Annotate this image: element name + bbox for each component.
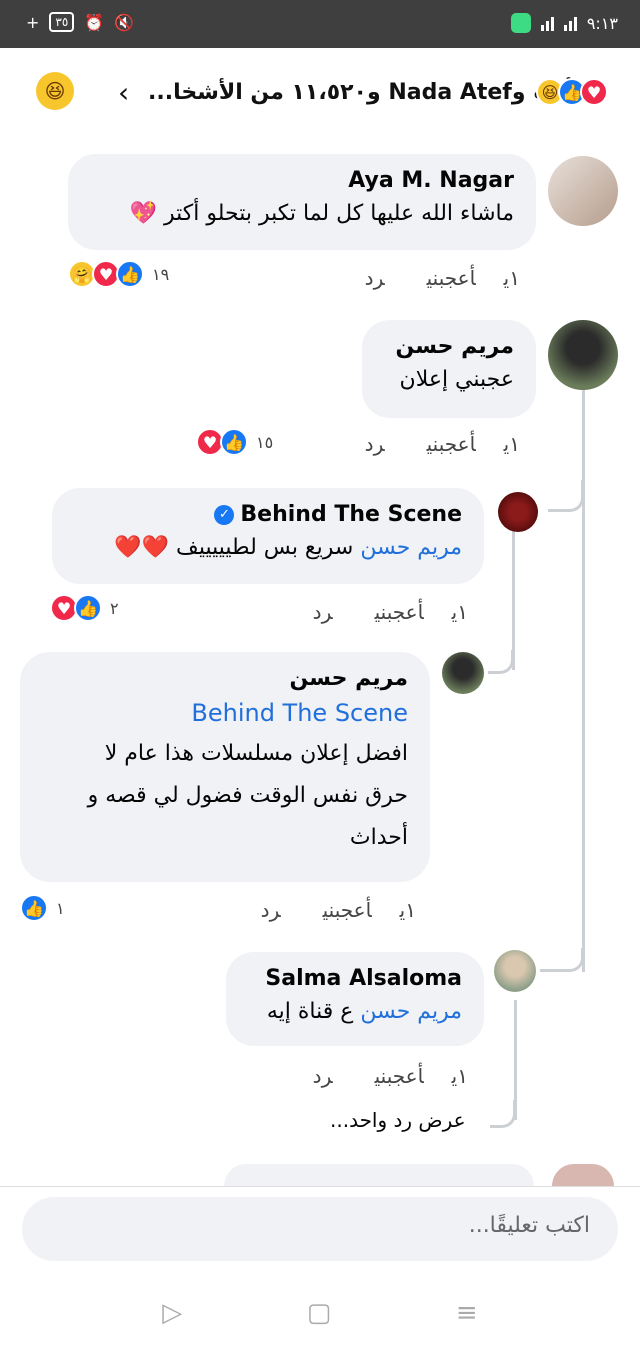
avatar[interactable]: [548, 156, 618, 226]
comment-author[interactable]: Salma Alsaloma: [248, 966, 462, 991]
reply-button[interactable]: رد: [313, 1064, 333, 1088]
menu-lines-icon[interactable]: ≡: [456, 1298, 478, 1328]
comment-time: ١ي: [399, 898, 416, 922]
comment-actions: ١ي أعجبني رد: [258, 1064, 468, 1088]
comment-input[interactable]: اكتب تعليقًا...: [22, 1197, 618, 1261]
back-triangle-icon[interactable]: ▷: [162, 1298, 182, 1328]
reaction-summary[interactable]: ♥ 👍 ٢: [50, 594, 119, 622]
haha-reaction-icon[interactable]: 😆: [36, 72, 74, 110]
plus-icon: +: [26, 12, 40, 32]
like-icon: 👍: [220, 428, 248, 456]
avatar[interactable]: [548, 320, 618, 390]
home-square-icon[interactable]: ▢: [307, 1298, 332, 1328]
reaction-summary[interactable]: 🤗 ♥ 👍 ١٩: [68, 260, 169, 288]
comment-text: مريم حسن سريع بس لطيييييف ❤️❤️: [114, 535, 462, 560]
verified-icon: ✓: [214, 504, 235, 525]
view-more-replies[interactable]: عرض رد واحد...: [330, 1108, 466, 1132]
like-icon: 👍: [74, 594, 102, 622]
like-button[interactable]: أعجبني: [323, 898, 372, 922]
comment-bubble[interactable]: [224, 1164, 534, 1186]
love-icon: ♥: [580, 78, 608, 106]
mention-link[interactable]: مريم حسن: [360, 999, 462, 1024]
reactions-header: 😆 ‹ أنت وNada Atef و١١،٥٢٠ من الأشخا... …: [0, 48, 640, 140]
comment-time: ١ي: [451, 600, 468, 624]
reaction-summary[interactable]: 👍 ١: [20, 894, 65, 922]
comment-text: مريم حسن ع قناة إيه: [266, 999, 462, 1024]
thread-branch: [488, 650, 514, 674]
reply-button[interactable]: رد: [313, 600, 333, 624]
mention-link[interactable]: مريم حسن: [360, 535, 462, 560]
comment-time: ١ي: [503, 266, 520, 290]
reply-button[interactable]: رد: [365, 266, 385, 290]
thread-line-nested: [512, 530, 515, 670]
whatsapp-icon: [510, 13, 531, 33]
comment-bubble[interactable]: مريم حسن عجبني إعلان: [362, 320, 536, 418]
mute-icon: 🔇: [114, 12, 135, 32]
status-right: ٩:١٣: [510, 13, 618, 33]
comment-bubble[interactable]: مريم حسن Behind The Scene افضل إعلان مسل…: [20, 652, 430, 882]
like-button[interactable]: أعجبني: [375, 600, 424, 624]
reaction-count: ١٥: [256, 432, 274, 452]
alarm-icon: ⏰: [84, 12, 105, 32]
status-time: ٩:١٣: [586, 13, 618, 33]
comment-bubble[interactable]: Aya M. Nagar ماشاء الله عليها كل لما تكب…: [68, 154, 536, 250]
comment-actions: ١ي أعجبني رد: [310, 266, 520, 290]
comment-bubble[interactable]: Behind The Scene ✓ مريم حسن سريع بس لطييي…: [52, 488, 484, 584]
header-reaction-icons: 😆 👍 ♥: [536, 78, 608, 106]
avatar[interactable]: [494, 950, 536, 992]
reply-button[interactable]: رد: [365, 432, 385, 456]
status-bar: + ٣٥ ⏰ 🔇 ٩:١٣: [0, 0, 640, 48]
comment-author[interactable]: مريم حسن: [384, 334, 514, 359]
avatar[interactable]: [442, 652, 484, 694]
comment-text: عجبني إعلان: [399, 367, 514, 392]
comment-time: ١ي: [503, 432, 520, 456]
comment-author[interactable]: مريم حسن: [42, 666, 408, 691]
comment-author[interactable]: Behind The Scene ✓: [74, 502, 462, 527]
battery-indicator: ٣٥: [49, 12, 75, 32]
thread-branch: [548, 480, 584, 512]
avatar[interactable]: [498, 492, 538, 532]
mention-link[interactable]: Behind The Scene: [42, 699, 408, 727]
chevron-left-icon[interactable]: ‹: [118, 76, 129, 109]
reaction-count: ١: [56, 898, 65, 918]
reply-button[interactable]: رد: [261, 898, 281, 922]
reaction-summary[interactable]: ♥ 👍 ١٥: [196, 428, 273, 456]
like-button[interactable]: أعجبني: [427, 432, 476, 456]
signal-icon-2: [563, 15, 577, 31]
thread-line: [582, 388, 585, 972]
comment-time: ١ي: [451, 1064, 468, 1088]
comment-text: افضل إعلان مسلسلات هذا عام لا حرق نفس ال…: [87, 741, 408, 850]
comment-composer: اكتب تعليقًا...: [0, 1186, 640, 1276]
like-button[interactable]: أعجبني: [375, 1064, 424, 1088]
reaction-count: ١٩: [152, 264, 170, 284]
comment-author[interactable]: Aya M. Nagar: [90, 168, 514, 193]
comment-text: ماشاء الله عليها كل لما تكبر بتحلو أكتر …: [129, 201, 514, 226]
like-icon: 👍: [116, 260, 144, 288]
comment-bubble[interactable]: Salma Alsaloma مريم حسن ع قناة إيه: [226, 952, 484, 1046]
avatar[interactable]: [552, 1164, 614, 1186]
reaction-count: ٢: [110, 598, 119, 618]
thread-branch: [490, 1100, 516, 1128]
signal-icon: [540, 15, 554, 31]
comment-actions: ١ي أعجبني رد: [258, 600, 468, 624]
system-nav-bar: ▷ ▢ ≡: [0, 1276, 640, 1350]
like-icon: 👍: [20, 894, 48, 922]
thread-branch: [540, 948, 584, 972]
comment-actions: ١ي أعجبني رد: [310, 432, 520, 456]
like-button[interactable]: أعجبني: [427, 266, 476, 290]
status-left: + ٣٥ ⏰ 🔇: [26, 12, 134, 32]
comment-actions: ١ي أعجبني رد: [206, 898, 416, 922]
reactions-title[interactable]: أنت وNada Atef و١١،٥٢٠ من الأشخا...: [148, 80, 572, 105]
